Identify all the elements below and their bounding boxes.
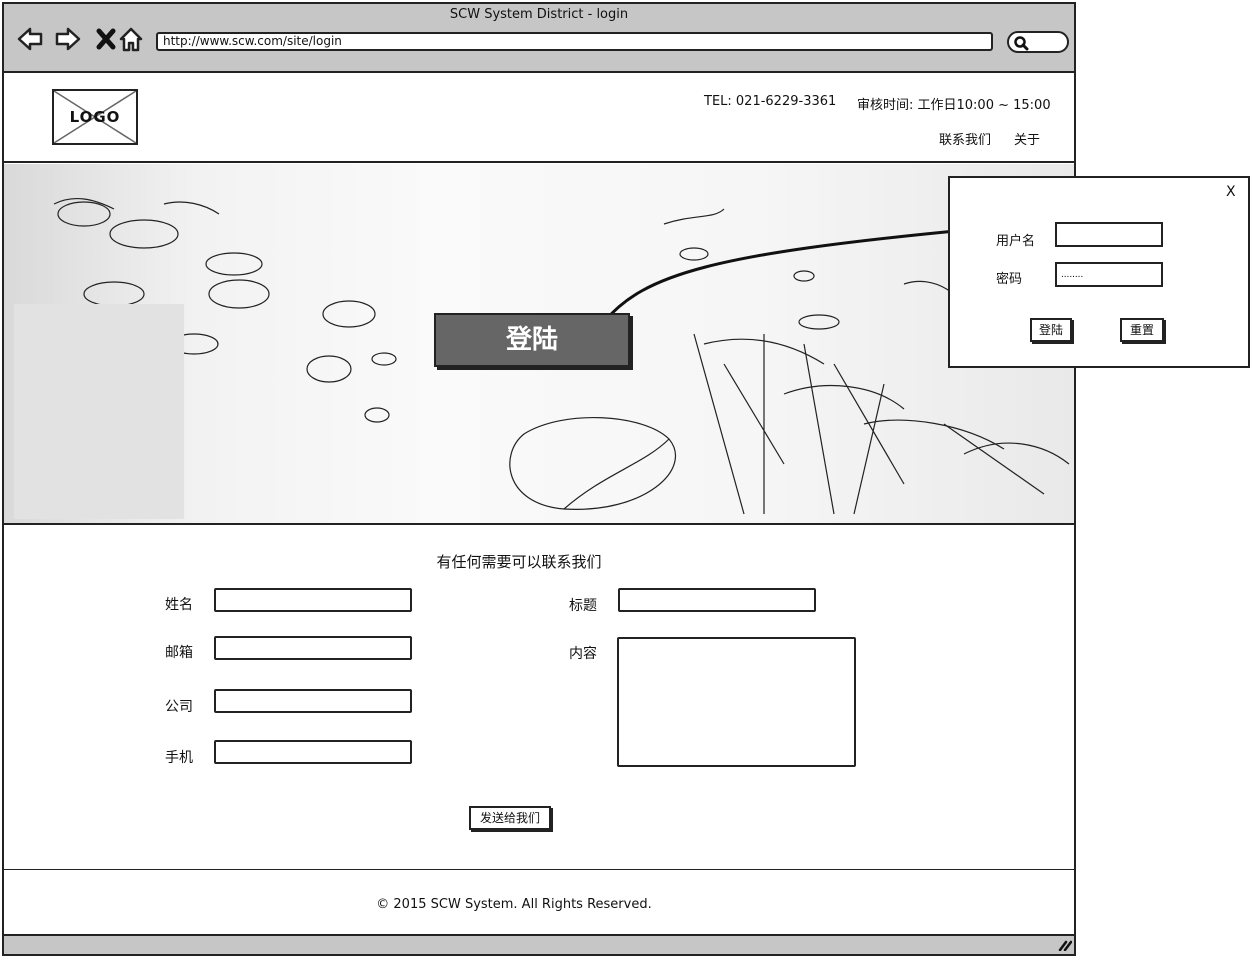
popup-close-button[interactable]: X — [1226, 184, 1236, 200]
resize-grip-icon[interactable] — [1058, 939, 1072, 951]
browser-status-bar — [4, 934, 1074, 954]
phone-number: TEL: 021-6229-3361 — [704, 94, 837, 109]
nav-link-about[interactable]: 关于 — [1014, 129, 1040, 148]
login-popup: X 用户名 密码 登陆 重置 — [948, 176, 1250, 368]
password-label: 密码 — [996, 272, 1023, 287]
popup-reset-button[interactable]: 重置 — [1120, 318, 1164, 342]
name-label: 姓名 — [165, 597, 193, 613]
header-divider — [4, 161, 1074, 163]
home-icon[interactable] — [117, 25, 145, 53]
content-textarea[interactable] — [617, 637, 856, 767]
footer-divider — [4, 869, 1074, 870]
name-input[interactable] — [214, 588, 412, 612]
nav-link-contact[interactable]: 联系我们 — [939, 129, 991, 148]
review-hours: 审核时间: 工作日10:00 ~ 15:00 — [857, 98, 1051, 113]
browser-window: SCW System District - login http://www.s… — [2, 2, 1076, 956]
phone-label: 手机 — [165, 750, 193, 766]
forward-arrow-icon[interactable] — [54, 25, 82, 53]
subject-input[interactable] — [618, 588, 816, 612]
contact-section-title: 有任何需要可以联系我们 — [436, 553, 602, 571]
company-label: 公司 — [165, 699, 193, 715]
username-input[interactable] — [1055, 222, 1163, 247]
logo[interactable]: LOGO — [52, 89, 138, 145]
browser-toolbar: SCW System District - login http://www.s… — [4, 4, 1074, 73]
phone-input[interactable] — [214, 740, 412, 764]
copyright-text: © 2015 SCW System. All Rights Reserved. — [376, 897, 652, 912]
email-label: 邮箱 — [165, 645, 193, 661]
close-icon[interactable] — [92, 25, 120, 53]
content-label: 内容 — [569, 646, 597, 662]
hero-login-button[interactable]: 登陆 — [434, 313, 630, 367]
subject-label: 标题 — [569, 598, 597, 614]
email-input[interactable] — [214, 636, 412, 660]
username-label: 用户名 — [996, 234, 1036, 249]
address-bar[interactable]: http://www.scw.com/site/login — [156, 32, 993, 51]
connector-arrow — [602, 220, 974, 323]
logo-text: LOGO — [69, 108, 121, 126]
window-title: SCW System District - login — [449, 7, 629, 22]
browser-search-field[interactable] — [1007, 31, 1069, 53]
company-input[interactable] — [214, 689, 412, 713]
password-input[interactable] — [1055, 262, 1163, 287]
send-button[interactable]: 发送给我们 — [469, 806, 551, 830]
popup-login-button[interactable]: 登陆 — [1030, 318, 1072, 342]
search-icon — [1014, 36, 1029, 51]
back-arrow-icon[interactable] — [16, 25, 44, 53]
hero-divider — [4, 523, 1074, 525]
